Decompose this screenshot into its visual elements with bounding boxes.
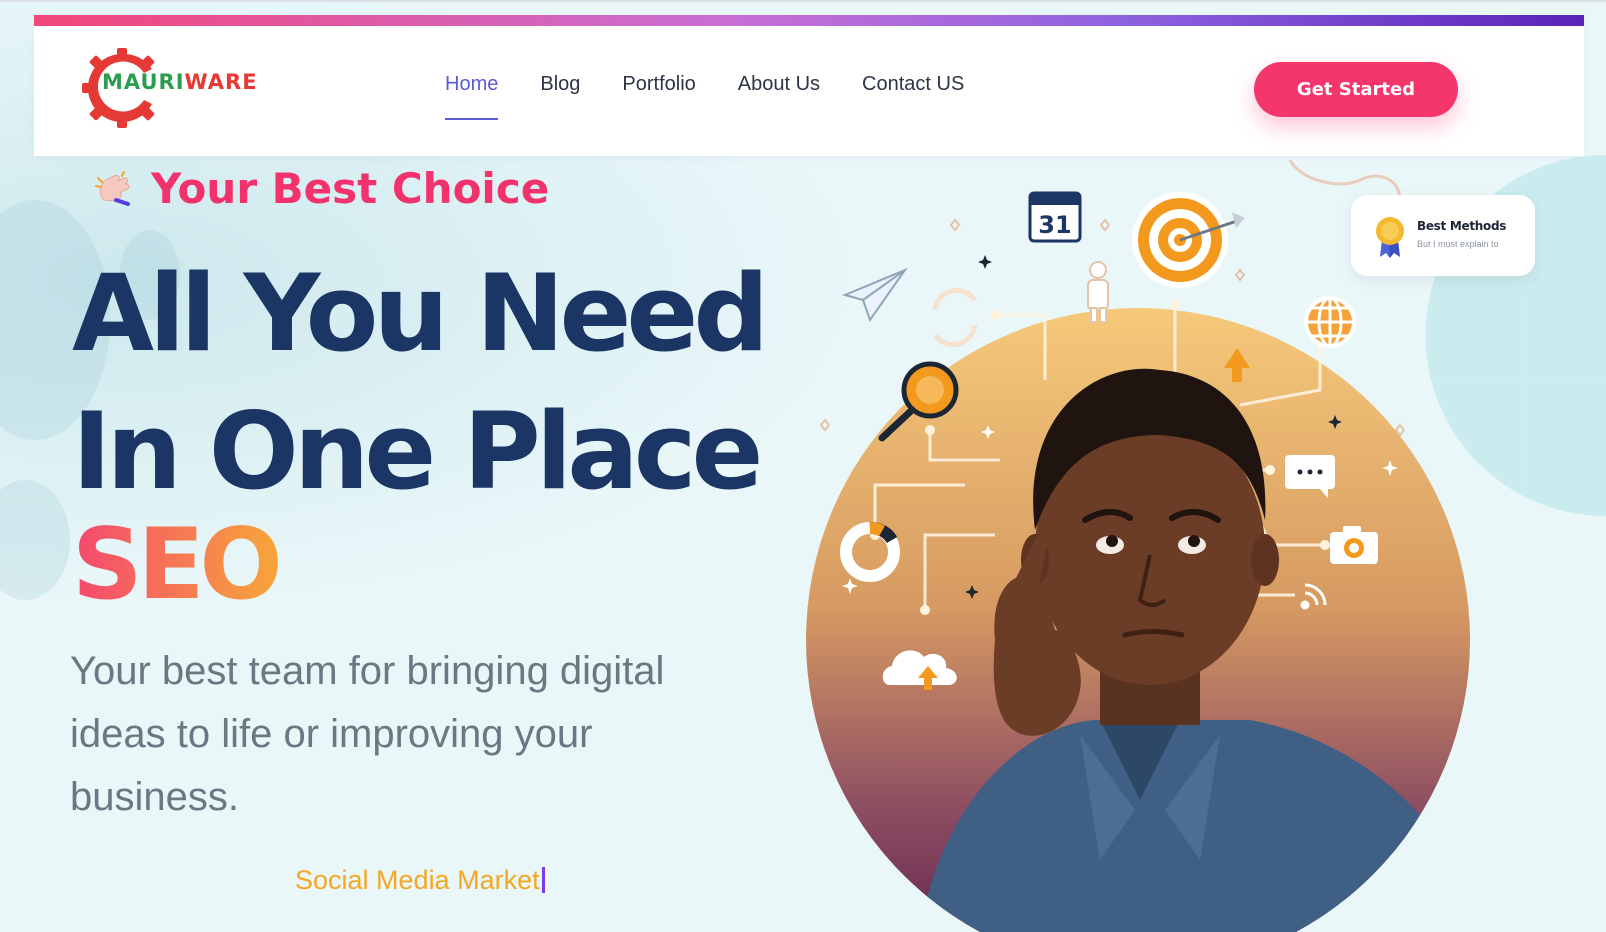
paper-plane-icon	[841, 267, 908, 323]
svg-text:31: 31	[1038, 211, 1071, 239]
header-gradient-bar	[34, 15, 1584, 26]
site-header: MAURIWARE Home Blog Portfolio About Us C…	[34, 15, 1584, 156]
globe-icon	[1304, 296, 1356, 348]
nav-home[interactable]: Home	[445, 73, 499, 120]
award-medal-icon	[1376, 217, 1404, 258]
person-icon	[1087, 261, 1109, 323]
nav-blog[interactable]: Blog	[540, 73, 580, 96]
cloud-outline-decoration	[1288, 160, 1402, 201]
logo-text-mauri: MAURI	[102, 70, 185, 94]
hero-eyebrow: Your Best Choice	[151, 164, 550, 213]
refresh-icon	[932, 288, 978, 347]
hero-highlight: SEO	[72, 508, 283, 622]
typing-cursor	[541, 867, 545, 893]
best-methods-card: Best Methods But I must explain to	[1351, 195, 1535, 276]
main-nav: Home Blog Portfolio About Us Contact US	[445, 73, 964, 120]
logo-text-ware: WARE	[184, 70, 258, 94]
typed-text: Social Media Market	[295, 865, 540, 895]
get-started-button[interactable]: Get Started	[1254, 62, 1458, 117]
background-splash	[0, 480, 70, 600]
hero-subtitle: Your best team for bringing digital idea…	[70, 649, 665, 819]
target-icon	[1132, 192, 1245, 288]
hero-headline: All You Need In One Place	[72, 245, 769, 521]
typed-text-wrapper: Social Media Market	[295, 865, 545, 896]
nav-contact-us[interactable]: Contact US	[862, 73, 964, 96]
hero-headline-line1: All You Need	[72, 252, 769, 375]
logo-wordmark: MAURIWARE	[102, 70, 258, 94]
nav-portfolio[interactable]: Portfolio	[622, 73, 695, 96]
logo[interactable]: MAURIWARE	[82, 48, 302, 128]
badge-subtitle: But I must explain to	[1417, 239, 1499, 249]
waving-hand-icon	[95, 171, 130, 206]
nav-about-us[interactable]: About Us	[738, 73, 820, 96]
badge-title: Best Methods	[1417, 219, 1507, 233]
calendar-icon: 31	[1028, 191, 1082, 243]
browser-edge	[0, 0, 1606, 2]
hero-headline-line2: In One Place	[72, 390, 763, 513]
